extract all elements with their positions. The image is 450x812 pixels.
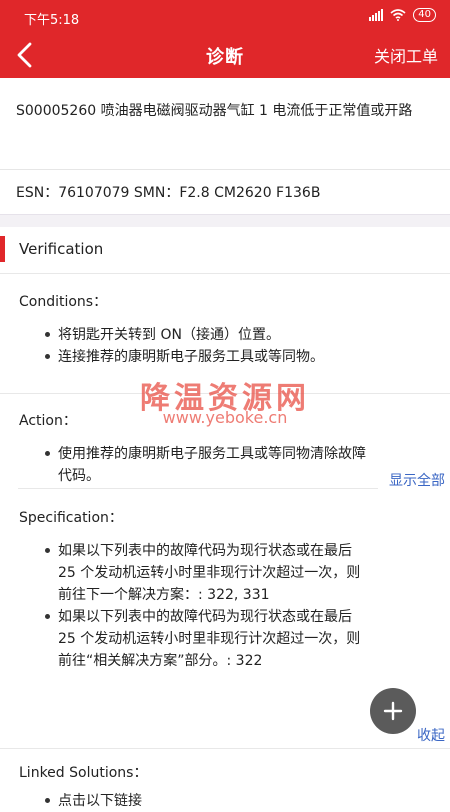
status-icons: 40	[369, 8, 436, 22]
linked-solutions-label: Linked Solutions：	[19, 765, 148, 781]
list-item: 使用推荐的康明斯电子服务工具或等同物清除故障代码。	[45, 443, 368, 487]
list-item: 将钥匙开关转到 ON（接通）位置。	[45, 324, 388, 346]
conditions-label: Conditions：	[19, 294, 108, 310]
status-time: 下午5:18	[24, 13, 80, 28]
section-title: Verification	[19, 240, 104, 258]
list-item: 连接推荐的康明斯电子服务工具或等同物。	[45, 346, 388, 368]
specification-label: Specification：	[19, 510, 123, 526]
divider	[0, 748, 450, 749]
list-item: 如果以下列表中的故障代码为现行状态或在最后 25 个发动机运转小时里非现行计次超…	[45, 540, 370, 606]
watermark-url: www.yeboke.cn	[162, 408, 288, 427]
collapse-link[interactable]: 收起	[417, 725, 445, 745]
specification-list: 如果以下列表中的故障代码为现行状态或在最后 25 个发动机运转小时里非现行计次超…	[45, 540, 370, 672]
show-all-link[interactable]: 显示全部	[389, 470, 445, 490]
section-separator	[0, 214, 450, 227]
plus-icon	[383, 701, 403, 721]
list-item[interactable]: 点击以下链接	[45, 790, 388, 812]
fault-description-block: S00005260 喷油器电磁阀驱动器气缸 1 电流低于正常值或开路	[0, 78, 450, 170]
battery-icon: 40	[413, 8, 436, 22]
wifi-icon	[390, 9, 406, 21]
close-order-button[interactable]: 关闭工单	[374, 43, 438, 67]
divider	[0, 273, 450, 274]
app-header: 下午5:18 40 诊断 关闭工单	[0, 0, 450, 78]
action-list: 使用推荐的康明斯电子服务工具或等同物清除故障代码。	[45, 443, 368, 487]
esn-info: ESN：76107079 SMN：F2.8 CM2620 F136B	[16, 185, 321, 201]
divider	[18, 488, 378, 489]
status-bar: 下午5:18 40	[0, 0, 450, 34]
fault-description: S00005260 喷油器电磁阀驱动器气缸 1 电流低于正常值或开路	[16, 103, 413, 119]
add-fab-button[interactable]	[370, 688, 416, 734]
nav-bar: 诊断 关闭工单	[0, 34, 450, 78]
list-item: 如果以下列表中的故障代码为现行状态或在最后 25 个发动机运转小时里非现行计次超…	[45, 606, 370, 672]
linked-solutions-list: 点击以下链接	[45, 790, 388, 812]
conditions-list: 将钥匙开关转到 ON（接通）位置。 连接推荐的康明斯电子服务工具或等同物。	[45, 324, 388, 368]
section-accent-bar	[0, 236, 5, 262]
signal-icon	[369, 9, 384, 21]
